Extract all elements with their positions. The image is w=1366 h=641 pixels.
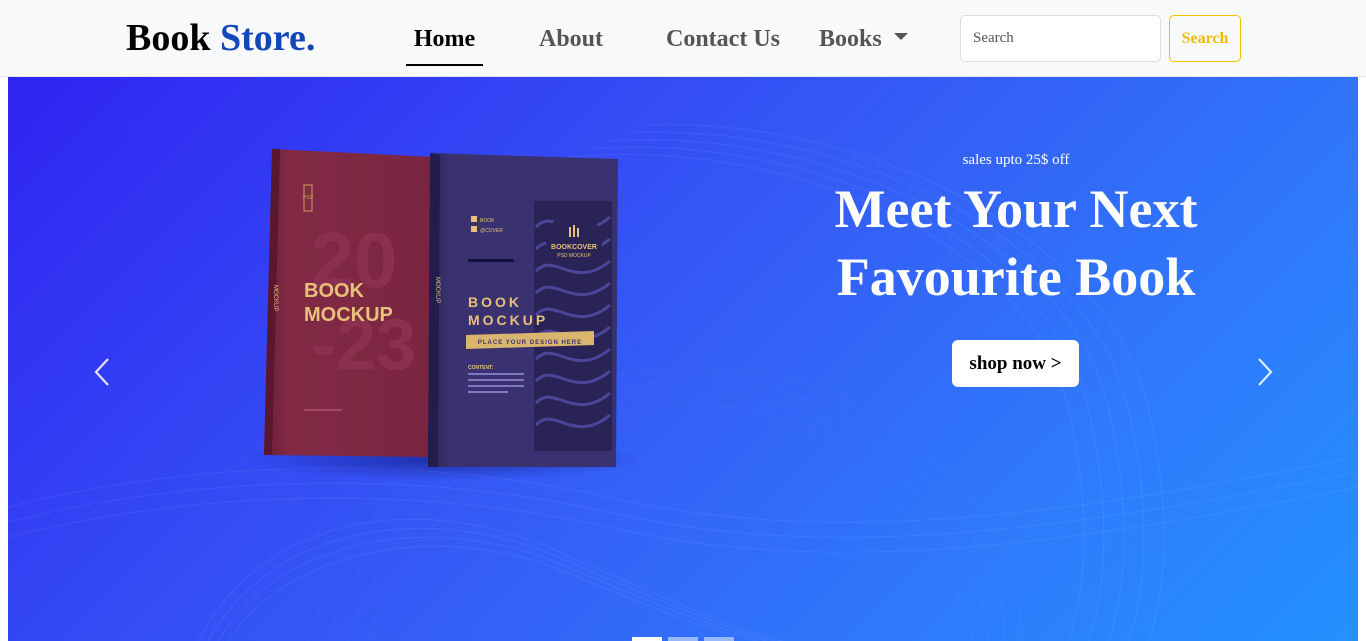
nav-about-link[interactable]: About [530,22,612,56]
carousel-indicator-2[interactable] [668,637,698,641]
svg-text:MOCKUP: MOCKUP [434,277,440,303]
svg-text:MOCKUP: MOCKUP [468,312,548,328]
chevron-down-icon[interactable] [894,33,908,40]
svg-text:PLACE YOUR DESIGN HERE: PLACE YOUR DESIGN HERE [478,340,582,346]
svg-text:MOCKUP: MOCKUP [304,304,393,326]
slide-subtitle: sales upto 25$ off [962,152,1070,168]
svg-text:BOOK: BOOK [468,294,522,310]
search-input[interactable] [960,15,1161,62]
nav-contact-link[interactable]: Contact Us [662,22,784,56]
svg-text:BOOK: BOOK [480,218,495,224]
slide-title: Meet Your Next Favourite Book [798,175,1234,311]
hero-carousel: PSD 20 -23 BOOK MOCKUP MOCKUP BOOKCOVER … [8,77,1358,641]
navbar: Book Store. Home About Contact Us Books … [0,0,1366,77]
book-mockup-image: PSD 20 -23 BOOK MOCKUP MOCKUP BOOKCOVER … [244,149,644,481]
carousel-indicator-1[interactable] [632,637,662,641]
brand-logo[interactable]: Book Store. [126,14,315,62]
svg-text:CONTENT:: CONTENT: [468,365,494,371]
nav-home-active-underline [406,64,483,66]
svg-text:PSD MOCKUP: PSD MOCKUP [557,253,591,259]
nav-home-link[interactable]: Home [406,22,483,56]
svg-text:PSD: PSD [303,195,314,201]
carousel-indicator-3[interactable] [704,637,734,641]
red-book-cover: PSD 20 -23 BOOK MOCKUP MOCKUP [264,149,434,457]
slide-title-line-1: Meet Your Next [834,179,1198,239]
brand-part-store: Store. [219,17,316,59]
slide-caption: sales upto 25$ off Meet Your Next Favour… [798,151,1234,311]
slide-title-line-2: Favourite Book [836,247,1196,307]
chevron-right-icon[interactable] [1253,355,1275,389]
svg-text:BOOKCOVER: BOOKCOVER [551,244,597,251]
navy-book-cover: BOOKCOVER PSD MOCKUP BOOK @COVER BOOK MO… [428,153,618,467]
svg-text:MOCKUP: MOCKUP [272,285,278,311]
shop-now-button[interactable]: shop now > [952,340,1079,387]
svg-text:BOOK: BOOK [304,280,365,302]
brand-part-book: Book [126,17,211,59]
search-button[interactable]: Search [1169,15,1241,62]
svg-text:@COVER: @COVER [480,228,503,234]
chevron-left-icon[interactable] [92,355,114,389]
